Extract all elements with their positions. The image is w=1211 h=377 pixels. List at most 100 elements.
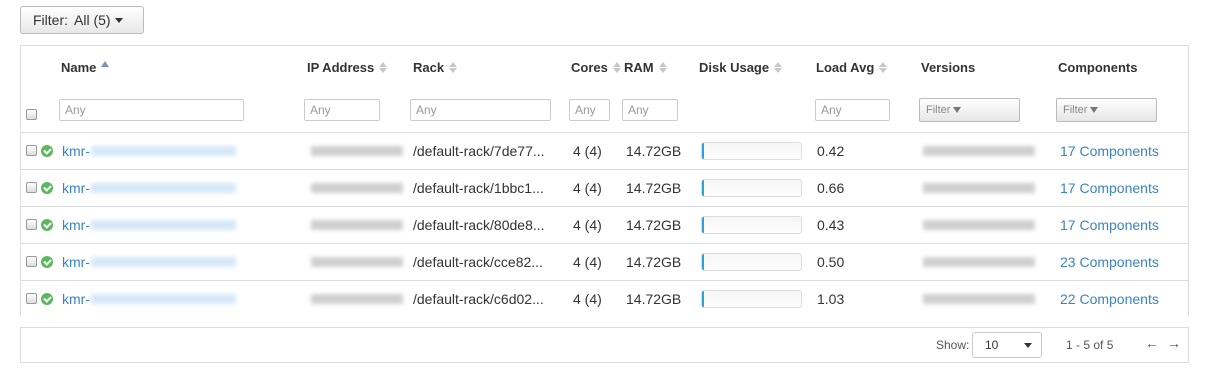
ram-cell: 14.72GB: [626, 180, 682, 196]
rack-cell: /default-rack/c6d02...: [413, 291, 544, 307]
row-select-checkbox[interactable]: [26, 145, 37, 156]
column-header-components: Components: [1058, 60, 1137, 75]
healthy-status-icon: [41, 145, 53, 157]
select-all-checkbox[interactable]: [26, 109, 37, 120]
cores-cell: 4 (4): [573, 291, 602, 307]
components-link[interactable]: 23 Components: [1060, 254, 1159, 270]
funnel-icon: [953, 107, 962, 113]
table-row: kmr- /default-rack/cce82... 4 (4) 14.72G…: [21, 243, 1188, 281]
next-page-icon[interactable]: →: [1167, 335, 1181, 351]
column-header-label: Cores: [571, 60, 608, 75]
rack-filter-input[interactable]: Any: [410, 99, 551, 121]
sort-icon: [449, 62, 458, 73]
redacted-versions: [923, 183, 1035, 193]
host-name-link[interactable]: kmr-: [62, 217, 90, 233]
disk-usage-bar: [701, 290, 802, 308]
load-avg-cell: 1.03: [817, 291, 845, 307]
column-header-ram[interactable]: RAM: [624, 60, 667, 75]
cores-cell: 4 (4): [573, 254, 602, 270]
disk-usage-fill: [702, 217, 704, 233]
filter-value: All (5): [74, 12, 111, 28]
load-avg-cell: 0.42: [817, 143, 845, 159]
redacted-ip-address: [311, 220, 403, 230]
components-link[interactable]: 17 Components: [1060, 143, 1159, 159]
sort-icon: [879, 62, 888, 73]
column-header-cores[interactable]: Cores: [571, 60, 621, 75]
column-header-label: Rack: [413, 60, 445, 75]
row-select-checkbox[interactable]: [26, 219, 37, 230]
sort-icon: [612, 62, 621, 73]
disk-usage-fill: [702, 291, 704, 307]
previous-page-icon[interactable]: ←: [1145, 335, 1159, 351]
cores-cell: 4 (4): [573, 180, 602, 196]
host-name-link[interactable]: kmr-: [62, 180, 90, 196]
caret-down-icon: [114, 17, 123, 23]
column-header-disk[interactable]: Disk Usage: [699, 60, 783, 75]
page-size-select[interactable]: 10: [972, 332, 1042, 358]
host-name-link[interactable]: kmr-: [62, 254, 90, 270]
column-header-rack[interactable]: Rack: [413, 60, 458, 75]
load-avg-cell: 0.50: [817, 254, 845, 270]
ram-cell: 14.72GB: [626, 291, 682, 307]
row-select-checkbox[interactable]: [26, 293, 37, 304]
redacted-versions: [923, 294, 1035, 304]
redacted-host-name: [91, 183, 236, 193]
column-header-label: RAM: [624, 60, 654, 75]
disk-usage-fill: [702, 180, 704, 196]
ram-filter-input[interactable]: Any: [622, 99, 678, 121]
cores-cell: 4 (4): [573, 217, 602, 233]
rack-cell: /default-rack/cce82...: [413, 254, 543, 270]
row-select-checkbox[interactable]: [26, 182, 37, 193]
cores-cell: 4 (4): [573, 143, 602, 159]
cores-filter-input[interactable]: Any: [569, 99, 610, 121]
column-header-load[interactable]: Load Avg: [816, 60, 888, 75]
column-header-label: Versions: [921, 60, 976, 75]
pagination-range: 1 - 5 of 5: [1066, 338, 1114, 352]
components-filter-button[interactable]: Filter: [1056, 98, 1157, 122]
redacted-versions: [923, 257, 1035, 267]
row-select-checkbox[interactable]: [26, 256, 37, 267]
disk-usage-fill: [702, 143, 704, 159]
redacted-ip-address: [311, 183, 403, 193]
healthy-status-icon: [41, 256, 53, 268]
rack-cell: /default-rack/7de77...: [413, 143, 545, 159]
table-row: kmr- /default-rack/1bbc1... 4 (4) 14.72G…: [21, 169, 1188, 207]
ip-filter-input[interactable]: Any: [304, 99, 380, 121]
load-avg-cell: 0.43: [817, 217, 845, 233]
host-name-link[interactable]: kmr-: [62, 143, 90, 159]
column-header-ip[interactable]: IP Address: [307, 60, 388, 75]
column-header-label: IP Address: [307, 60, 375, 75]
host-name-link[interactable]: kmr-: [62, 291, 90, 307]
load-filter-input[interactable]: Any: [815, 99, 890, 121]
rack-cell: /default-rack/1bbc1...: [413, 180, 544, 196]
components-link[interactable]: 22 Components: [1060, 291, 1159, 307]
caret-down-icon: [1024, 343, 1032, 348]
column-header-label: Load Avg: [816, 60, 875, 75]
table-row: kmr- /default-rack/c6d02... 4 (4) 14.72G…: [21, 280, 1188, 318]
filter-label: Filter:: [33, 12, 68, 28]
versions-filter-label: Filter: [926, 104, 951, 116]
filter-dropdown-button[interactable]: Filter: All (5): [20, 6, 144, 34]
rack-cell: /default-rack/80de8...: [413, 217, 545, 233]
redacted-host-name: [91, 220, 236, 230]
redacted-ip-address: [311, 294, 403, 304]
sort-ascending-icon: [101, 60, 110, 67]
name-filter-input[interactable]: Any: [59, 99, 244, 121]
hosts-table: Name IP Address Rack Cores RAM Disk Usag…: [20, 45, 1189, 318]
components-link[interactable]: 17 Components: [1060, 217, 1159, 233]
disk-usage-bar: [701, 179, 802, 197]
disk-usage-fill: [702, 254, 704, 270]
redacted-host-name: [91, 146, 236, 156]
column-header-label: Name: [61, 60, 97, 75]
column-header-label: Components: [1058, 60, 1138, 75]
versions-filter-button[interactable]: Filter: [919, 98, 1020, 122]
table-footer: Show: 10 1 - 5 of 5 ← →: [20, 327, 1189, 363]
disk-usage-bar: [701, 216, 802, 234]
ram-cell: 14.72GB: [626, 254, 682, 270]
components-link[interactable]: 17 Components: [1060, 180, 1159, 196]
components-filter-label: Filter: [1063, 104, 1088, 116]
sort-icon: [658, 62, 667, 73]
redacted-ip-address: [311, 257, 403, 267]
column-header-name[interactable]: Name: [61, 60, 110, 75]
show-label: Show:: [936, 338, 970, 352]
